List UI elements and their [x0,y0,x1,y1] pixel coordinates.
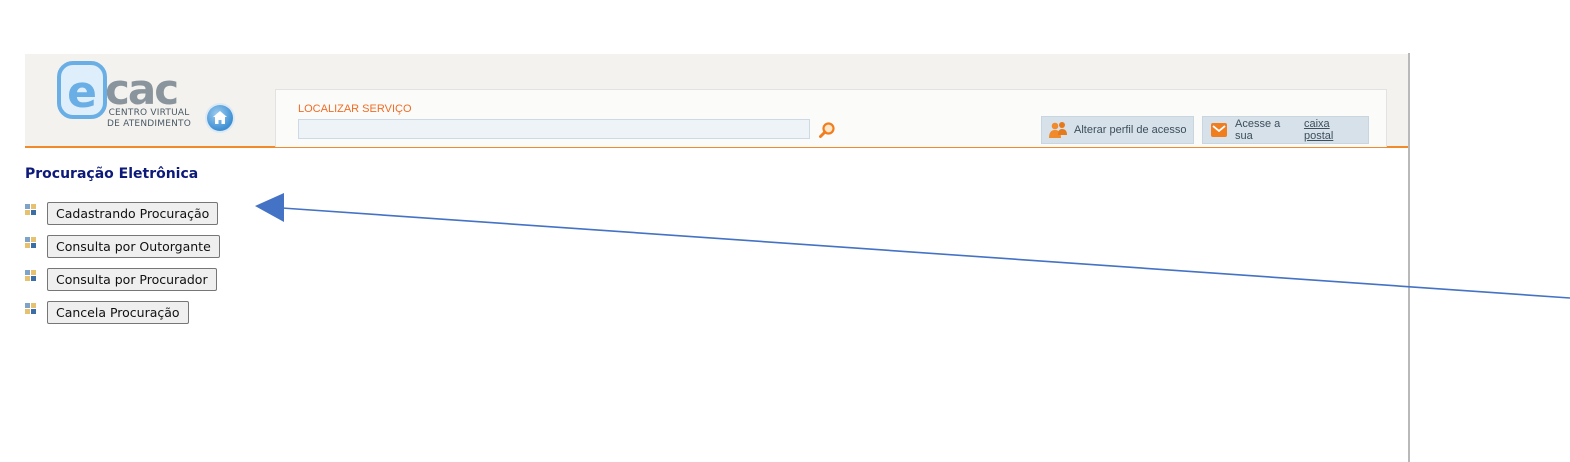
search-icon[interactable] [818,121,836,139]
annotation-arrow-head [255,193,284,222]
logo-word: cac [105,65,177,114]
bullet-icon [25,237,36,248]
mailbox-button[interactable]: Acesse a sua caixa postal [1202,116,1369,144]
search-panel: LOCALIZAR SERVIÇO Alterar perfil de aces… [275,89,1387,147]
logo-subtitle-line2: DE ATENDIMENTO [107,119,192,129]
bullet-icon [25,270,36,281]
search-input[interactable] [298,119,810,139]
mailbox-link[interactable]: caixa postal [1304,118,1362,142]
mail-icon [1211,123,1227,137]
change-profile-label: Alterar perfil de acesso [1074,124,1187,136]
logo-subtitle-line1: CENTRO VIRTUAL [108,108,190,118]
cancela-procuracao-button[interactable]: Cancela Procuração [47,301,189,324]
annotation-arrow-line [281,207,1570,299]
bullet-icon [25,204,36,215]
mailbox-prefix: Acesse a sua [1235,118,1281,142]
users-icon [1049,122,1067,138]
bullet-icon [25,303,36,314]
consulta-outorgante-button[interactable]: Consulta por Outorgante [47,235,220,258]
cadastrando-procuracao-button[interactable]: Cadastrando Procuração [47,202,219,225]
logo-subtitle: CENTRO VIRTUAL DE ATENDIMENTO [107,108,191,130]
home-icon [213,111,227,124]
change-profile-button[interactable]: Alterar perfil de acesso [1041,116,1194,144]
home-button[interactable] [207,105,233,131]
logo-letter: e [67,67,97,118]
frame-divider [1408,53,1410,462]
search-label: LOCALIZAR SERVIÇO [298,103,412,115]
consulta-procurador-button[interactable]: Consulta por Procurador [47,268,217,291]
ecac-header: e cac CENTRO VIRTUAL DE ATENDIMENTO LOCA… [25,54,1408,148]
page-title: Procuração Eletrônica [25,166,199,182]
